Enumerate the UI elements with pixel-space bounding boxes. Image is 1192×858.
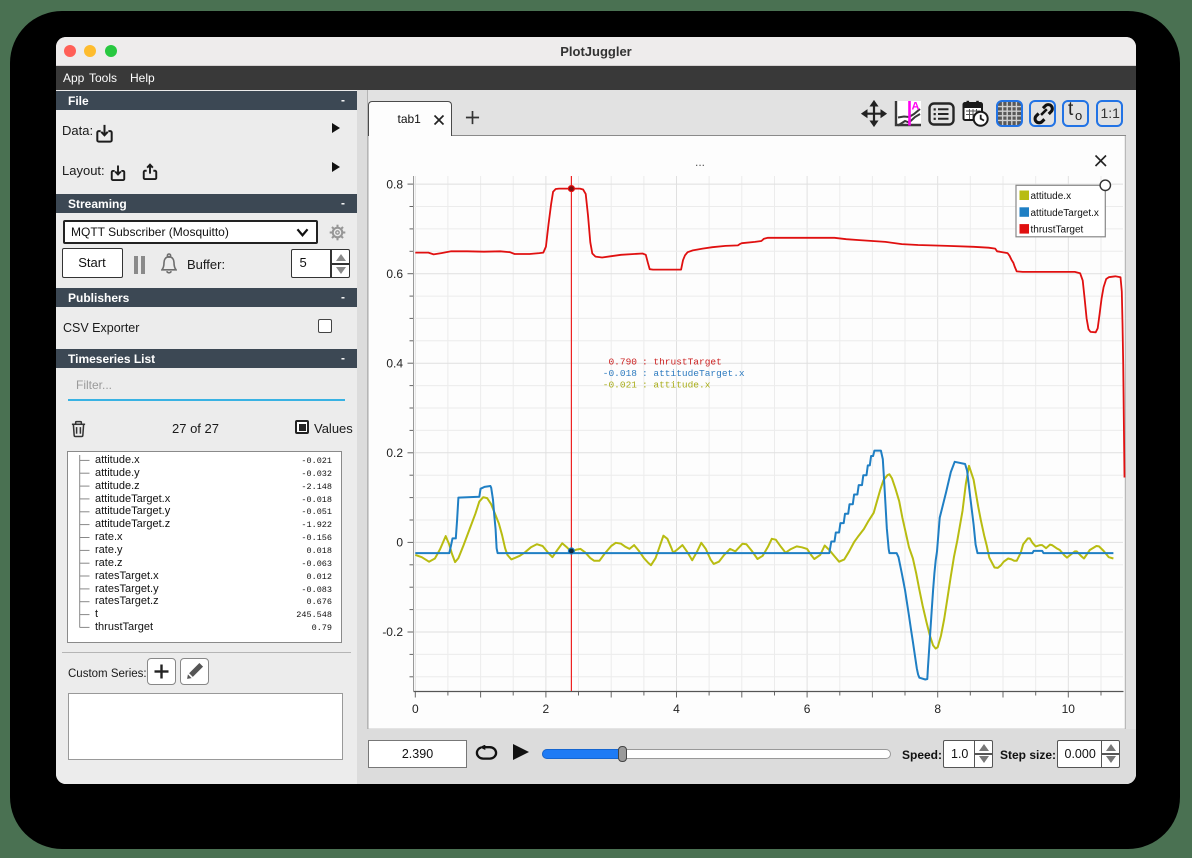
svg-text:0.790: 0.790: [608, 357, 637, 368]
svg-text:10: 10: [1062, 702, 1076, 716]
svg-text:0.2: 0.2: [386, 446, 403, 460]
svg-text:0: 0: [412, 702, 419, 716]
svg-text:A: A: [912, 101, 920, 113]
svg-text:-0.018: -0.018: [603, 368, 638, 379]
svg-text:4: 4: [673, 702, 680, 716]
svg-text:attitude.x: attitude.x: [1031, 191, 1072, 202]
svg-text:: attitudeTarget.x: : attitudeTarget.x: [642, 368, 745, 379]
svg-text:8: 8: [934, 702, 941, 716]
svg-text:-0.021: -0.021: [603, 380, 638, 391]
svg-text:: thrustTarget: : thrustTarget: [642, 357, 722, 368]
svg-text:2: 2: [543, 702, 550, 716]
svg-text:0: 0: [396, 536, 403, 550]
svg-text:...: ...: [695, 155, 705, 169]
svg-text:: attitude.x: : attitude.x: [642, 380, 711, 391]
svg-text:-0.2: -0.2: [382, 625, 403, 639]
svg-text:thrustTarget: thrustTarget: [1031, 225, 1084, 236]
svg-text:0.8: 0.8: [386, 177, 403, 191]
svg-text:6: 6: [804, 702, 811, 716]
svg-text:attitudeTarget.x: attitudeTarget.x: [1031, 208, 1099, 219]
svg-text:0.6: 0.6: [386, 267, 403, 281]
svg-text:0.4: 0.4: [386, 356, 403, 370]
